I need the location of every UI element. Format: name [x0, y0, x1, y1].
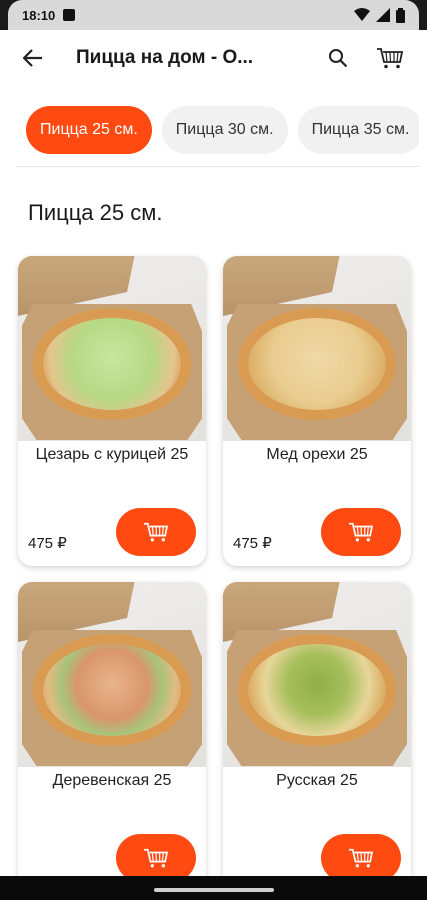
status-time: 18:10 [22, 7, 56, 23]
app-bar: Пицца на дом - О... [8, 30, 419, 86]
product-image [18, 256, 206, 441]
product-price: 475 ₽ [28, 535, 67, 552]
product-name: Деревенская 25 [52, 772, 172, 789]
add-to-cart-button[interactable] [321, 834, 401, 880]
back-button[interactable] [10, 30, 56, 86]
product-name: Цезарь с курицей 25 [35, 446, 189, 463]
battery-icon [396, 7, 405, 23]
cart-icon [144, 522, 169, 542]
app-screen: Пицца на дом - О... Пицца 25 см. Пицца 3… [8, 30, 419, 880]
phone-frame-bottom [0, 876, 427, 900]
tab-pizza-35[interactable]: Пицца 35 см. [297, 106, 419, 154]
product-card[interactable]: Русская 25 [223, 582, 411, 880]
tab-pizza-30[interactable]: Пицца 30 см. [161, 106, 288, 154]
product-card[interactable]: Цезарь с курицей 25 475 ₽ [18, 256, 206, 566]
add-to-cart-button[interactable] [116, 508, 196, 556]
page-title: Пицца на дом - О... [76, 47, 254, 68]
search-icon [329, 49, 348, 68]
cart-icon [349, 522, 374, 542]
product-name: Русская 25 [276, 772, 358, 789]
product-image [18, 582, 206, 767]
search-button[interactable] [315, 35, 361, 81]
home-indicator[interactable] [154, 888, 274, 892]
add-to-cart-button[interactable] [321, 508, 401, 556]
wifi-icon [354, 8, 370, 21]
cart-icon [144, 848, 169, 868]
cart-icon [349, 848, 374, 868]
notification-icon [63, 9, 76, 21]
cart-icon [377, 48, 404, 69]
tab-pizza-25[interactable]: Пицца 25 см. [26, 106, 152, 154]
category-tabs: Пицца 25 см. Пицца 30 см. Пицца 35 см. [8, 106, 419, 158]
add-to-cart-button[interactable] [116, 834, 196, 880]
signal-icon [376, 8, 390, 22]
product-image [223, 256, 411, 441]
product-card[interactable]: Мед орехи 25 475 ₽ [223, 256, 411, 566]
cart-button[interactable] [367, 35, 413, 81]
section-title: Пицца 25 см. [28, 200, 163, 225]
status-bar: 18:10 [8, 0, 419, 30]
product-name: Мед орехи 25 [266, 446, 368, 463]
product-price: 475 ₽ [233, 535, 272, 552]
arrow-left-icon [23, 49, 42, 67]
tabs-divider [16, 166, 419, 167]
product-card[interactable]: Деревенская 25 [18, 582, 206, 880]
product-image [223, 582, 411, 767]
